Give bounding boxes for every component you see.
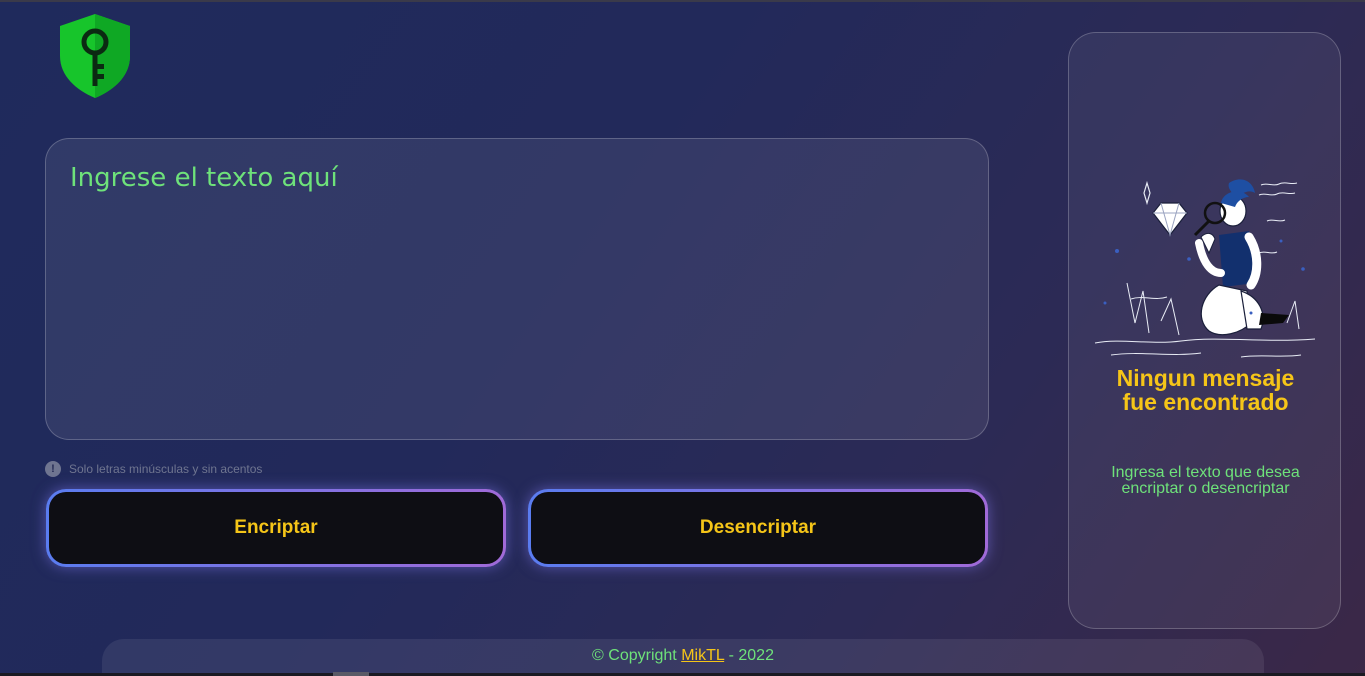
encrypt-button[interactable]: Encriptar [46,489,506,567]
no-message-title: Ningun mensaje fue encontrado [1069,366,1342,414]
message-input[interactable] [46,139,988,439]
no-message-subtitle: Ingresa el texto que desea encriptar o d… [1111,464,1300,497]
searching-person-illustration-icon [1094,179,1316,358]
footer-copyright-prefix: © Copyright [592,647,682,664]
footer-year: - 2022 [724,647,774,664]
no-message-title-line2: fue encontrado [1122,389,1289,415]
shield-key-logo-icon [60,14,130,98]
footer: © Copyright MikTL - 2022 [102,639,1264,676]
result-panel: Ningun mensaje fue encontrado Ingresa el… [1068,32,1341,629]
input-hint: ! Solo letras minúsculas y sin acentos [45,460,262,478]
horizontal-scrollbar-thumb[interactable] [333,672,369,676]
no-message-title-line1: Ningun mensaje [1116,365,1295,391]
hint-text: Solo letras minúsculas y sin acentos [69,462,263,476]
footer-author-link[interactable]: MikTL [681,647,724,664]
message-input-container [45,138,989,440]
decrypt-button-label: Desencriptar [531,492,985,564]
encrypt-button-label: Encriptar [49,492,503,564]
exclamation-icon: ! [45,461,61,477]
decrypt-button[interactable]: Desencriptar [528,489,988,567]
window-top-edge [0,0,1365,2]
